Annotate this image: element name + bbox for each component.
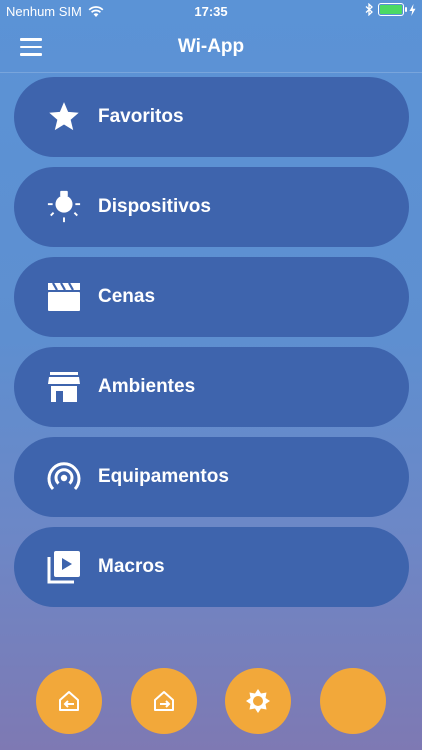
status-bar: Nenhum SIM 17:35 — [0, 0, 422, 24]
moon-button[interactable] — [320, 668, 386, 734]
lightbulb-icon — [46, 189, 82, 225]
status-time: 17:35 — [194, 4, 228, 19]
star-icon — [46, 99, 82, 135]
menu-item-equipamentos[interactable]: Equipamentos — [14, 437, 409, 517]
menu-item-cenas[interactable]: Cenas — [14, 257, 409, 337]
menu-item-favoritos[interactable]: Favoritos — [14, 77, 409, 157]
sun-button[interactable] — [225, 668, 291, 734]
page-title: Wi-App — [177, 36, 245, 57]
menu-item-label: Equipamentos — [98, 466, 229, 487]
menu-item-macros[interactable]: Macros — [14, 527, 409, 607]
home-arrive-icon — [59, 691, 79, 711]
playlist-icon — [46, 549, 82, 585]
battery-icon — [378, 3, 407, 16]
menu-item-label: Favoritos — [98, 106, 184, 127]
menu-item-dispositivos[interactable]: Dispositivos — [14, 167, 409, 247]
nav-bar: Wi-App — [0, 24, 422, 73]
menu-item-ambientes[interactable]: Ambientes — [14, 347, 409, 427]
bluetooth-icon — [365, 3, 373, 16]
battery-fill — [380, 5, 402, 14]
sun-icon — [246, 689, 270, 713]
hamburger-icon[interactable] — [20, 38, 42, 56]
menu-item-label: Cenas — [98, 286, 156, 307]
main-menu: Favoritos Dispositivos Cenas Ambientes E… — [14, 77, 409, 617]
charging-bolt-icon — [409, 3, 416, 16]
menu-item-label: Ambientes — [98, 376, 196, 397]
clapperboard-icon — [46, 279, 82, 315]
store-icon — [46, 369, 82, 405]
home-arrive-button[interactable] — [36, 668, 102, 734]
broadcast-icon — [46, 459, 82, 495]
menu-item-label: Macros — [98, 556, 165, 577]
moon-icon — [350, 691, 360, 711]
menu-item-label: Dispositivos — [98, 196, 211, 217]
home-leave-icon — [154, 691, 174, 711]
bottom-actions — [0, 668, 422, 734]
status-right — [365, 3, 416, 16]
home-leave-button[interactable] — [131, 668, 197, 734]
